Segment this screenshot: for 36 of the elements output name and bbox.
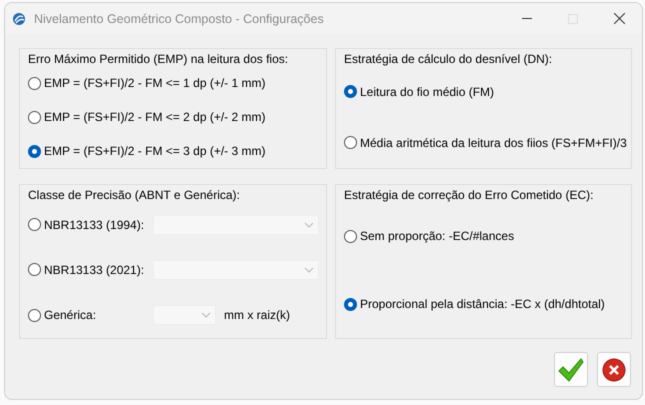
radio-button[interactable] (344, 85, 357, 98)
caret-icon (304, 266, 314, 273)
close-icon (602, 358, 626, 382)
option-label: EMP = (FS+FI)/2 - FM <= 1 dp (+/- 1 mm) (44, 76, 266, 90)
minimize-icon (522, 18, 532, 19)
group-title: Erro Máximo Permitido (EMP) na leitura dos fios: (28, 52, 290, 66)
radio-button[interactable] (28, 218, 41, 232)
option-label: NBR13133 (1994): (44, 218, 141, 232)
caret-icon (201, 312, 211, 318)
option-label: EMP = (FS+FI)/2 - FM <= 3 dp (+/- 3 mm) (44, 144, 266, 158)
option-label: EMP = (FS+FI)/2 - FM <= 2 dp (+/- 2 mm) (44, 110, 266, 124)
option-label: Leitura do fio médio (FM) (360, 84, 494, 98)
radio-button[interactable] (344, 136, 357, 149)
radio-button[interactable] (344, 230, 357, 242)
radio-button[interactable] (28, 263, 41, 276)
caret-icon (304, 222, 314, 228)
radio-button[interactable] (28, 308, 41, 322)
option-label: Sem proporção: -EC/#lances (360, 229, 514, 243)
checkmark-icon (558, 358, 584, 382)
cancel-button[interactable] (597, 352, 631, 387)
radio-button[interactable] (344, 298, 357, 310)
group-title: Classe de Precisão (ABNT e Genérica): (28, 188, 241, 202)
option-label: NBR13133 (2021): (44, 262, 141, 277)
group-title: Estratégia de correção do Erro Cometido (EC): (344, 188, 594, 202)
group-title: Estratégia de cálculo do desnível (DN): (344, 52, 554, 66)
close-icon (614, 13, 624, 24)
window-title: Nivelamento Geométrico Composto - Configurações (34, 12, 325, 26)
option-label: Proporcional pela distância: -EC x (dh/dhtotal) (360, 297, 605, 311)
ok-button[interactable] (554, 352, 588, 387)
app-icon (12, 12, 26, 26)
radio-button[interactable] (28, 76, 41, 90)
radio-button[interactable] (28, 110, 41, 124)
option-label: Genérica: (44, 308, 98, 322)
unit-label: mm x raiz(k) (224, 308, 290, 322)
option-label: Média aritmética da leitura dos fiios (FS+FM+FI)/3 (360, 136, 627, 150)
radio-button[interactable] (28, 144, 41, 158)
